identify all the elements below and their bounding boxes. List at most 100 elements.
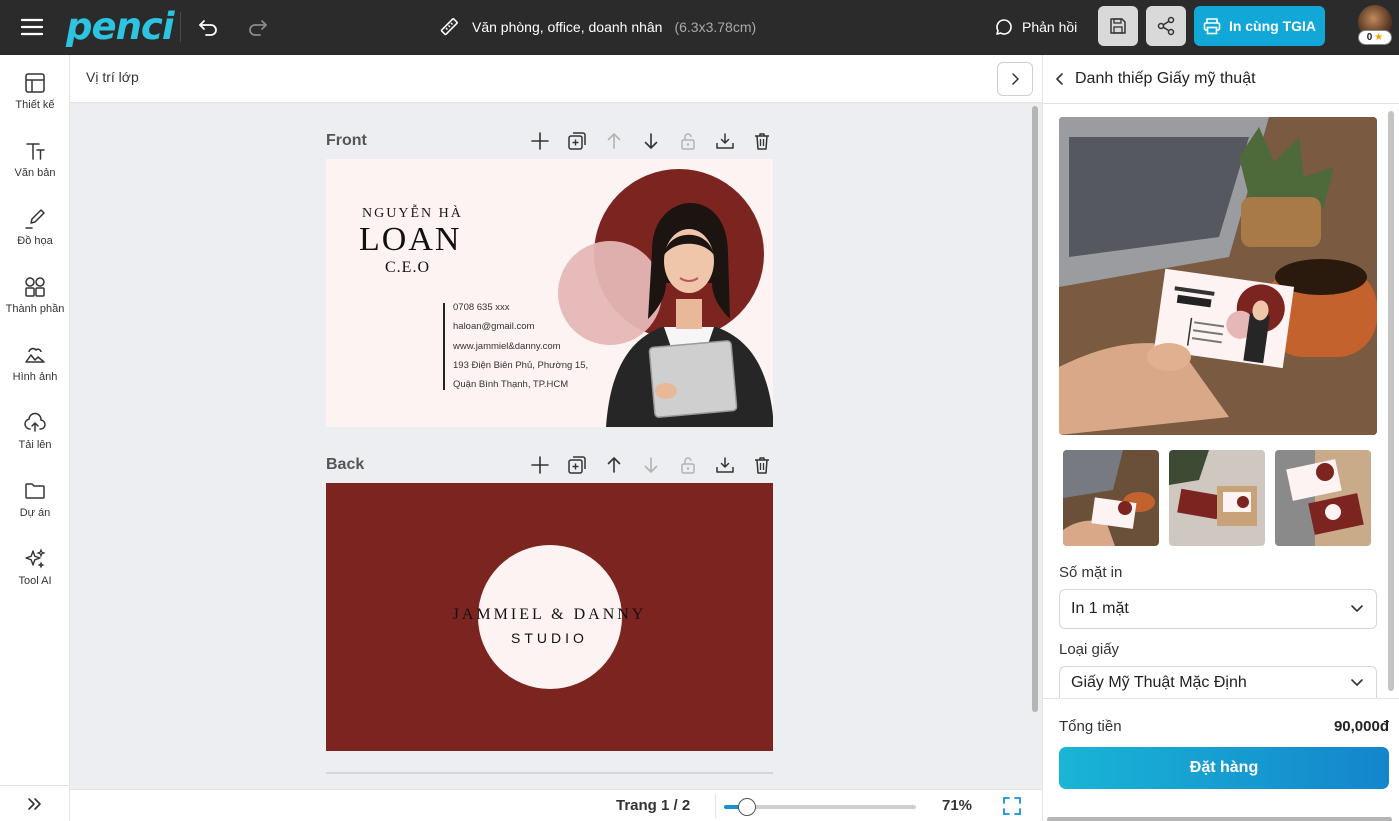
sidebar-item-text[interactable]: Văn bản [0,139,70,201]
share-icon [1157,16,1175,36]
page-toolbar-front [530,131,772,151]
contact-phone[interactable]: 0708 635 xxx [453,302,510,313]
sidebar-item-label: Dự án [19,507,51,519]
panel-header[interactable]: Danh thiếp Giấy mỹ thuật [1043,55,1399,104]
redo-button[interactable] [242,12,272,42]
sidebar-item-upload[interactable]: Tải lên [0,411,70,473]
layout-icon [25,73,45,93]
download-page-button[interactable] [715,455,735,475]
sidebar-item-design[interactable]: Thiết kế [0,71,70,133]
paper-type-select[interactable]: Giấy Mỹ Thuật Mặc Định [1059,666,1377,698]
sidebar-item-graphics[interactable]: Đồ họa [0,207,70,269]
plus-icon [531,132,549,150]
add-page-button[interactable] [530,131,550,151]
layer-bar: Vị trí lớp [70,55,1042,103]
layer-next-button[interactable] [997,62,1033,96]
chevron-left-icon[interactable] [1055,72,1065,86]
add-page-button[interactable] [530,455,550,475]
download-page-button[interactable] [715,131,735,151]
card-job-title[interactable]: C.E.O [385,259,430,277]
download-icon [716,133,734,149]
image-icon [25,347,45,363]
card-first-name[interactable]: NGUYỄN HÀ [362,206,463,222]
top-bar: penci Văn phòng, office, doanh nhân (6.3… [0,0,1399,55]
product-thumb-3[interactable] [1275,450,1371,546]
contact-website[interactable]: www.jammiel&danny.com [453,341,561,352]
feedback-button[interactable]: Phản hồi [994,12,1077,42]
chevron-down-icon [1351,605,1363,612]
thumb-1-image [1063,450,1159,546]
download-icon [716,457,734,473]
sidebar-item-components[interactable]: Thành phần [0,275,70,337]
product-main-photo[interactable] [1059,117,1377,435]
duplicate-page-button[interactable] [567,131,587,151]
lock-page-button[interactable] [678,455,698,475]
arrow-up-icon [607,457,621,473]
print-button[interactable]: In cùng TGIA [1194,6,1325,46]
product-thumb-1[interactable] [1063,450,1159,546]
sidebar-item-projects[interactable]: Dự án [0,479,70,541]
contact-address-2[interactable]: Quận Bình Thạnh, TP.HCM [453,379,568,390]
order-button[interactable]: Đặt hàng [1059,747,1389,789]
lock-page-button[interactable] [678,131,698,151]
star-icon: ★ [1374,32,1384,43]
paper-type-value: Giấy Mỹ Thuật Mặc Định [1071,673,1247,691]
delete-page-button[interactable] [752,455,772,475]
printer-icon [1203,18,1221,35]
menu-button[interactable] [14,12,50,42]
studio-subtitle[interactable]: STUDIO [326,630,773,646]
contact-address-1[interactable]: 193 Điện Biên Phủ, Phường 15, [453,360,588,371]
print-sides-select[interactable]: In 1 mặt [1059,589,1377,629]
product-thumb-2[interactable] [1169,450,1265,546]
print-sides-value: In 1 mặt [1071,600,1129,617]
back-card[interactable]: JAMMIEL & DANNY STUDIO [326,483,773,751]
app-logo[interactable]: penci [66,4,175,48]
coin-badge: 0 ★ [1358,30,1392,45]
canvas-scrollbar[interactable] [1032,106,1038,712]
sidebar-item-tool-ai[interactable]: Tool AI [0,547,70,609]
mockup-scene [1059,117,1377,435]
sparkle-icon [25,548,46,569]
fullscreen-button[interactable] [1002,796,1022,816]
move-page-down-button[interactable] [641,455,661,475]
hamburger-icon [21,18,43,36]
paper-type-label: Loại giấy [1059,641,1120,658]
zoom-slider-thumb[interactable] [738,798,756,816]
document-name: Văn phòng, office, doanh nhân [472,19,663,35]
share-button[interactable] [1146,6,1186,46]
save-button[interactable] [1098,6,1138,46]
sidebar-item-images[interactable]: Hình ảnh [0,343,70,405]
document-title[interactable]: Văn phòng, office, doanh nhân (6.3x3.78c… [438,12,756,42]
delete-page-button[interactable] [752,131,772,151]
duplicate-page-button[interactable] [567,455,587,475]
undo-button[interactable] [194,12,224,42]
front-card[interactable]: NGUYỄN HÀ LOAN C.E.O 0708 635 xxx haloan… [326,159,773,427]
unlock-icon [681,133,695,150]
studio-name[interactable]: JAMMIEL & DANNY [326,606,773,624]
feedback-label: Phản hồi [1022,19,1078,35]
panel-scrollbar[interactable] [1388,111,1394,691]
duplicate-icon [568,456,586,474]
expand-sidebar-button[interactable] [0,785,70,821]
upload-icon [24,412,46,432]
move-page-down-button[interactable] [641,131,661,151]
redo-icon [249,20,267,36]
design-canvas[interactable]: Front NGUYỄN HÀ LOAN C.E.O 0708 635 xxx … [70,103,1042,789]
divider [180,12,181,42]
panel-horizontal-scrollbar[interactable] [1047,817,1392,821]
unlock-icon [681,457,695,474]
next-page-edge [326,772,773,774]
move-page-up-button[interactable] [604,455,624,475]
sidebar-item-label: Hình ảnh [12,371,58,383]
panel-title: Danh thiếp Giấy mỹ thuật [1075,70,1256,87]
arrow-up-icon [607,133,621,149]
move-page-up-button[interactable] [604,131,624,151]
zoom-slider[interactable] [724,798,916,816]
sidebar-item-label: Tải lên [18,439,52,451]
contact-email[interactable]: haloan@gmail.com [453,321,534,332]
layer-position-label[interactable]: Vị trí lớp [86,69,139,85]
portrait-photo [606,203,773,427]
page-indicator[interactable]: Trang 1 / 2 [616,797,690,814]
folder-icon [25,483,45,499]
card-last-name[interactable]: LOAN [359,221,461,259]
